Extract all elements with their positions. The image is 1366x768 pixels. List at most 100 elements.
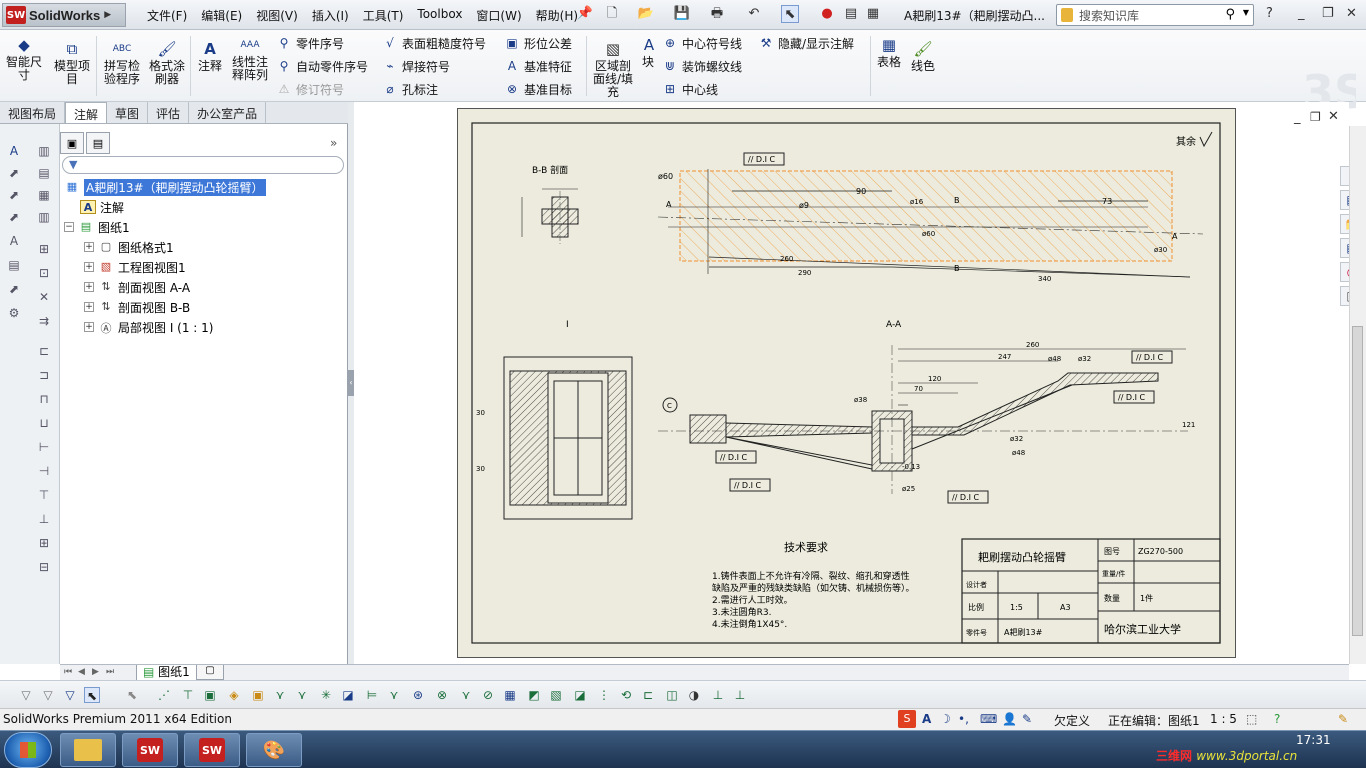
- expand-icon[interactable]: +: [84, 302, 94, 312]
- tab-view-layout[interactable]: 视图布局: [0, 102, 66, 123]
- tool-icon[interactable]: ◪: [572, 687, 588, 703]
- minimize-icon[interactable]: _: [1298, 6, 1305, 21]
- tool-icon[interactable]: ⊏: [640, 687, 656, 703]
- expand-icon[interactable]: +: [84, 262, 94, 272]
- tool-icon[interactable]: ⊗: [434, 687, 450, 703]
- next-sheet-icon[interactable]: ▶: [92, 667, 99, 677]
- select-arrow-icon[interactable]: ⬉: [781, 5, 799, 23]
- tool-icon[interactable]: ⊐: [36, 368, 52, 382]
- spell-checker-button[interactable]: ABC 拼写检验程序: [100, 40, 144, 86]
- linear-note-pattern-button[interactable]: AAA 线性注释阵列: [230, 36, 270, 82]
- scrollbar-thumb[interactable]: [1352, 326, 1363, 636]
- search-knowledge-base[interactable]: 搜索知识库 ⚲ ▼: [1056, 4, 1254, 26]
- balloon-button[interactable]: ⚲ 零件序号: [276, 34, 344, 52]
- new-document-icon[interactable]: 🗋: [603, 5, 621, 23]
- tool-icon[interactable]: ✕: [36, 290, 52, 304]
- quick-tips-icon[interactable]: ?: [1274, 712, 1280, 726]
- tab-annotation[interactable]: 注解: [65, 102, 108, 123]
- menu-edit[interactable]: 编辑(E): [194, 4, 249, 27]
- taskbar-solidworks-1[interactable]: SW: [122, 733, 178, 767]
- tool-icon[interactable]: ▤: [36, 166, 52, 180]
- expand-icon[interactable]: +: [84, 322, 94, 332]
- tab-office-products[interactable]: 办公室产品: [189, 102, 267, 123]
- doc-minimize-icon[interactable]: _: [1294, 110, 1301, 125]
- tree-filter-field[interactable]: ▼: [62, 156, 344, 174]
- tree-item-sheet[interactable]: − ▤ 图纸1: [64, 218, 130, 236]
- doc-close-icon[interactable]: ✕: [1328, 109, 1339, 124]
- drawing-sheet[interactable]: 其余 B-B 剖面 // D.I C ø60 A ø9 90 ø16 ø60 B…: [457, 108, 1236, 658]
- select-other-icon[interactable]: ⬉: [124, 687, 140, 703]
- tool-icon[interactable]: ⋎: [272, 687, 288, 703]
- expand-arrows-icon[interactable]: »: [330, 136, 337, 150]
- tool-icon[interactable]: ⬈: [6, 188, 22, 202]
- centerline-button[interactable]: ⊞ 中心线: [662, 80, 718, 98]
- revision-symbol-button[interactable]: ⚠ 修订符号: [276, 80, 344, 98]
- taskbar-paint[interactable]: 🎨: [246, 733, 302, 767]
- tool-icon[interactable]: ▦: [502, 687, 518, 703]
- print-icon[interactable]: 🖶: [708, 5, 726, 23]
- menu-toolbox[interactable]: Toolbox: [410, 4, 469, 27]
- doc-restore-icon[interactable]: ❐: [1310, 110, 1321, 124]
- tool-icon[interactable]: ▦: [36, 188, 52, 202]
- note-tool-icon[interactable]: A: [6, 144, 22, 158]
- tool-icon[interactable]: ◑: [686, 687, 702, 703]
- tree-item-drawing-view[interactable]: + ▧ 工程图视图1: [84, 258, 186, 276]
- tool-icon[interactable]: ▤: [6, 258, 22, 272]
- tool-icon[interactable]: ⬈: [6, 166, 22, 180]
- tool-icon[interactable]: ⊤: [36, 488, 52, 502]
- area-hatch-fill-button[interactable]: ▧ 区域剖面线/填充: [590, 40, 636, 99]
- menu-tools[interactable]: 工具(T): [356, 4, 411, 27]
- clock[interactable]: 17:31: [1296, 733, 1331, 747]
- tool-icon[interactable]: A: [6, 234, 22, 248]
- tool-icon[interactable]: ⊓: [36, 392, 52, 406]
- tab-sketch[interactable]: 草图: [107, 102, 149, 123]
- solidworks-logo-button[interactable]: SW SolidWorks ▶: [2, 3, 126, 27]
- rebuild-traffic-light-icon[interactable]: ●: [818, 5, 836, 23]
- file-properties-icon[interactable]: ▤: [842, 5, 860, 23]
- tool-icon[interactable]: ⋎: [458, 687, 474, 703]
- weld-symbol-button[interactable]: ⌁ 焊接符号: [382, 57, 450, 75]
- help-icon[interactable]: ?: [1266, 6, 1273, 21]
- tool-icon[interactable]: ◪: [340, 687, 356, 703]
- tool-icon[interactable]: ⊥: [36, 512, 52, 526]
- geometric-tolerance-button[interactable]: ▣ 形位公差: [504, 34, 572, 52]
- expand-icon[interactable]: +: [84, 242, 94, 252]
- tool-icon[interactable]: ⊥: [710, 687, 726, 703]
- units-icon[interactable]: ⬚: [1246, 712, 1257, 726]
- tool-icon[interactable]: ⊟: [36, 560, 52, 574]
- tool-icon[interactable]: ⟲: [618, 687, 634, 703]
- ime-logo-icon[interactable]: S: [898, 710, 916, 728]
- prev-sheet-icon[interactable]: ◀: [78, 667, 85, 677]
- tool-icon[interactable]: ⊥: [732, 687, 748, 703]
- tool-icon[interactable]: ⬈: [6, 210, 22, 224]
- tool-icon[interactable]: ◈: [226, 687, 242, 703]
- expand-icon[interactable]: +: [84, 282, 94, 292]
- feature-manager-tab-icon[interactable]: ▣: [60, 132, 84, 154]
- tool-icon[interactable]: ▣: [202, 687, 218, 703]
- note-button[interactable]: A 注释: [194, 40, 226, 73]
- datum-feature-button[interactable]: A 基准特征: [504, 57, 572, 75]
- add-sheet-icon[interactable]: ▢: [196, 665, 224, 680]
- center-mark-button[interactable]: ⊕ 中心符号线: [662, 34, 742, 52]
- cosmetic-thread-button[interactable]: ⋓ 装饰螺纹线: [662, 57, 742, 75]
- tool-icon[interactable]: ⊤: [180, 687, 196, 703]
- start-button[interactable]: [4, 732, 52, 768]
- surface-finish-button[interactable]: √ 表面粗糙度符号: [382, 34, 486, 52]
- ime-moon-icon[interactable]: ☽: [940, 712, 951, 726]
- tool-icon[interactable]: ◩: [526, 687, 542, 703]
- tool-icon[interactable]: ▣: [250, 687, 266, 703]
- taskbar-solidworks-2[interactable]: SW: [184, 733, 240, 767]
- menu-view[interactable]: 视图(V): [249, 4, 305, 27]
- undo-icon[interactable]: ↶: [745, 5, 763, 23]
- ime-punct-icon[interactable]: •,: [958, 712, 969, 726]
- filter-icon[interactable]: ▽: [40, 687, 56, 703]
- tree-item-annotations[interactable]: A 注解: [80, 198, 124, 216]
- hole-callout-button[interactable]: ⌀ 孔标注: [382, 80, 438, 98]
- tool-icon[interactable]: ⋎: [294, 687, 310, 703]
- tool-icon[interactable]: ⊣: [36, 464, 52, 478]
- vertical-scrollbar[interactable]: [1349, 126, 1366, 664]
- line-color-button[interactable]: 🖌 线色: [908, 40, 938, 73]
- tool-icon[interactable]: ⋮: [596, 687, 612, 703]
- ime-mode-icon[interactable]: A: [922, 712, 931, 726]
- ime-wrench-icon[interactable]: ✎: [1022, 712, 1032, 726]
